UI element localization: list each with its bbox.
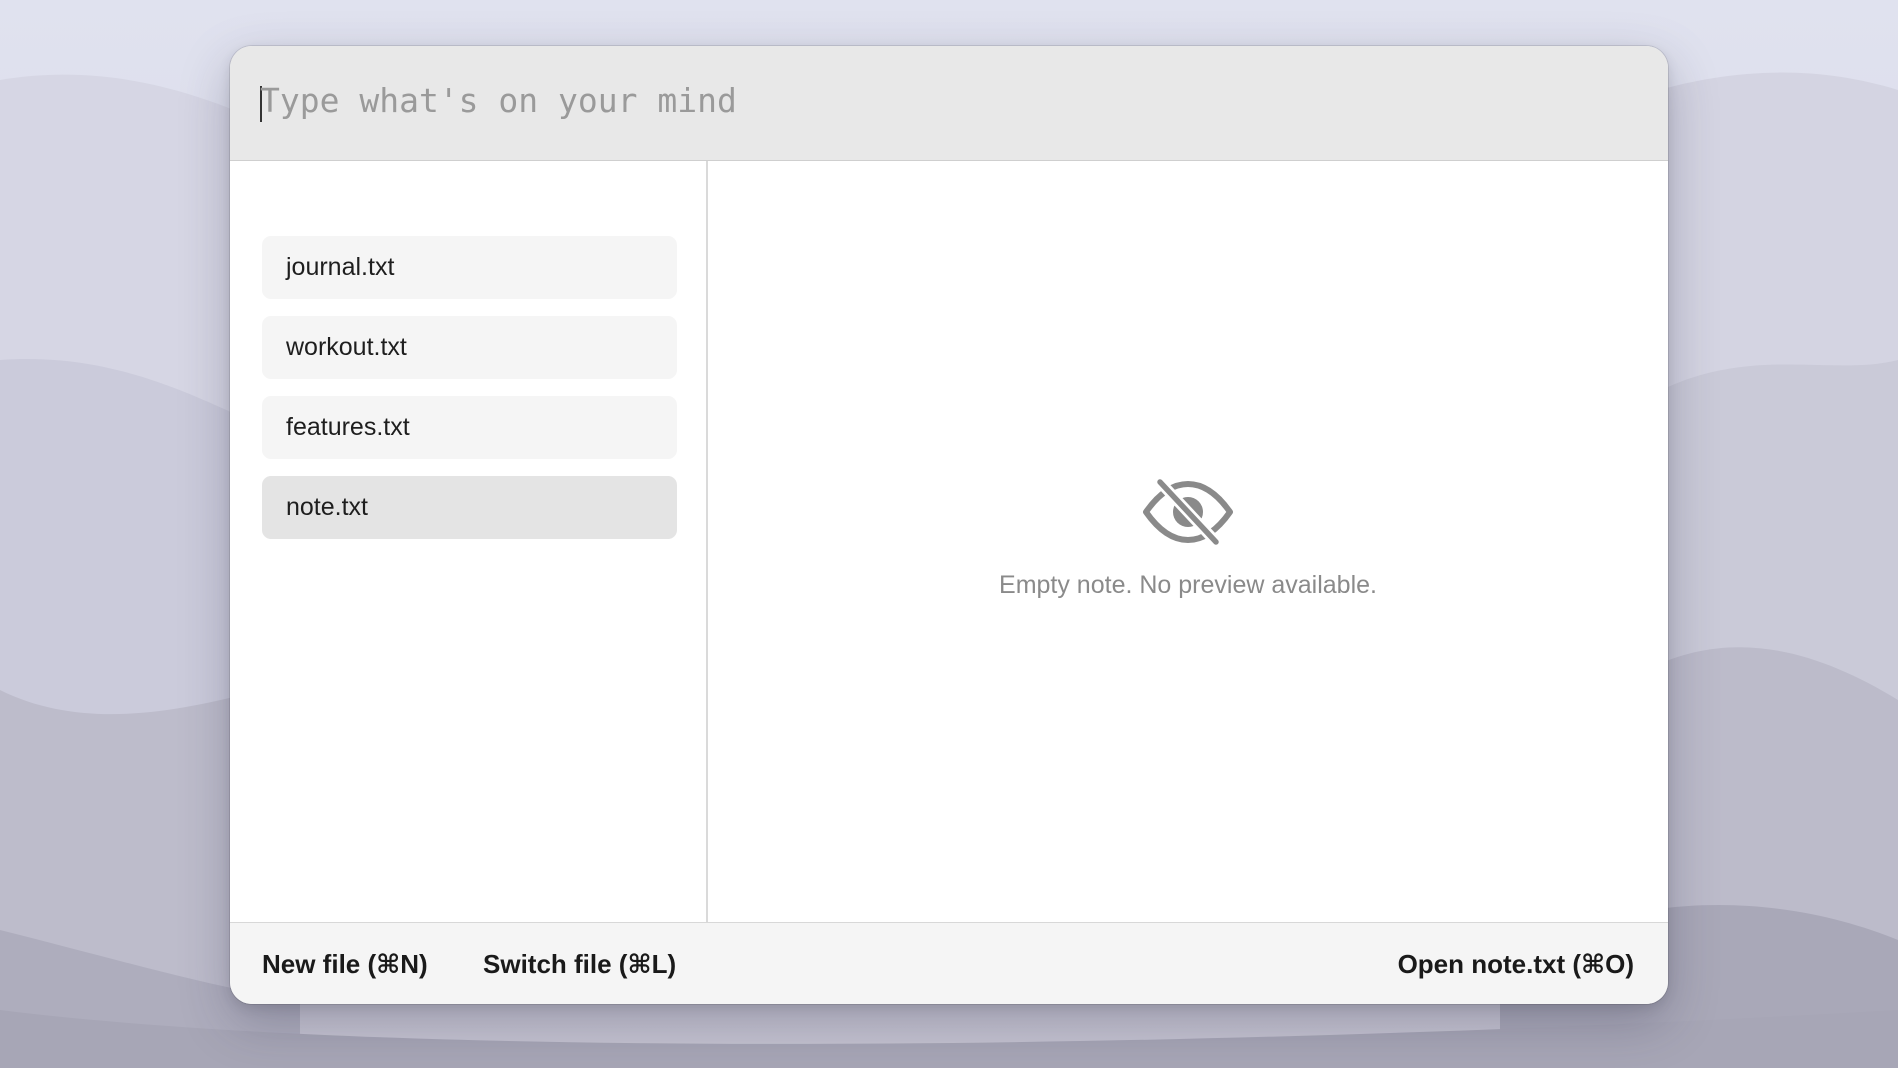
empty-preview-message: Empty note. No preview available. (999, 571, 1377, 599)
file-item-label: note.txt (286, 493, 368, 521)
file-item-label: features.txt (286, 413, 410, 441)
file-list: journal.txt workout.txt features.txt not… (230, 161, 708, 968)
open-file-button[interactable]: Open note.txt (⌘O) (1398, 923, 1634, 1004)
file-item-label: journal.txt (286, 253, 395, 281)
new-file-button[interactable]: New file (⌘N) (262, 923, 428, 1004)
switch-file-button[interactable]: Switch file (⌘L) (483, 923, 676, 1004)
file-item-label: workout.txt (286, 333, 407, 361)
file-item-journal[interactable]: journal.txt (262, 236, 677, 299)
preview-pane: Empty note. No preview available. (708, 161, 1668, 968)
file-item-workout[interactable]: workout.txt (262, 316, 677, 379)
notes-launcher-window: journal.txt workout.txt features.txt not… (230, 46, 1668, 1004)
thought-input[interactable] (260, 72, 1630, 128)
file-item-note[interactable]: note.txt (262, 476, 677, 539)
footer-bar: New file (⌘N) Switch file (⌘L) Open note… (230, 922, 1668, 1004)
eye-slash-icon (1143, 479, 1233, 545)
input-bar (230, 46, 1668, 161)
file-item-features[interactable]: features.txt (262, 396, 677, 459)
